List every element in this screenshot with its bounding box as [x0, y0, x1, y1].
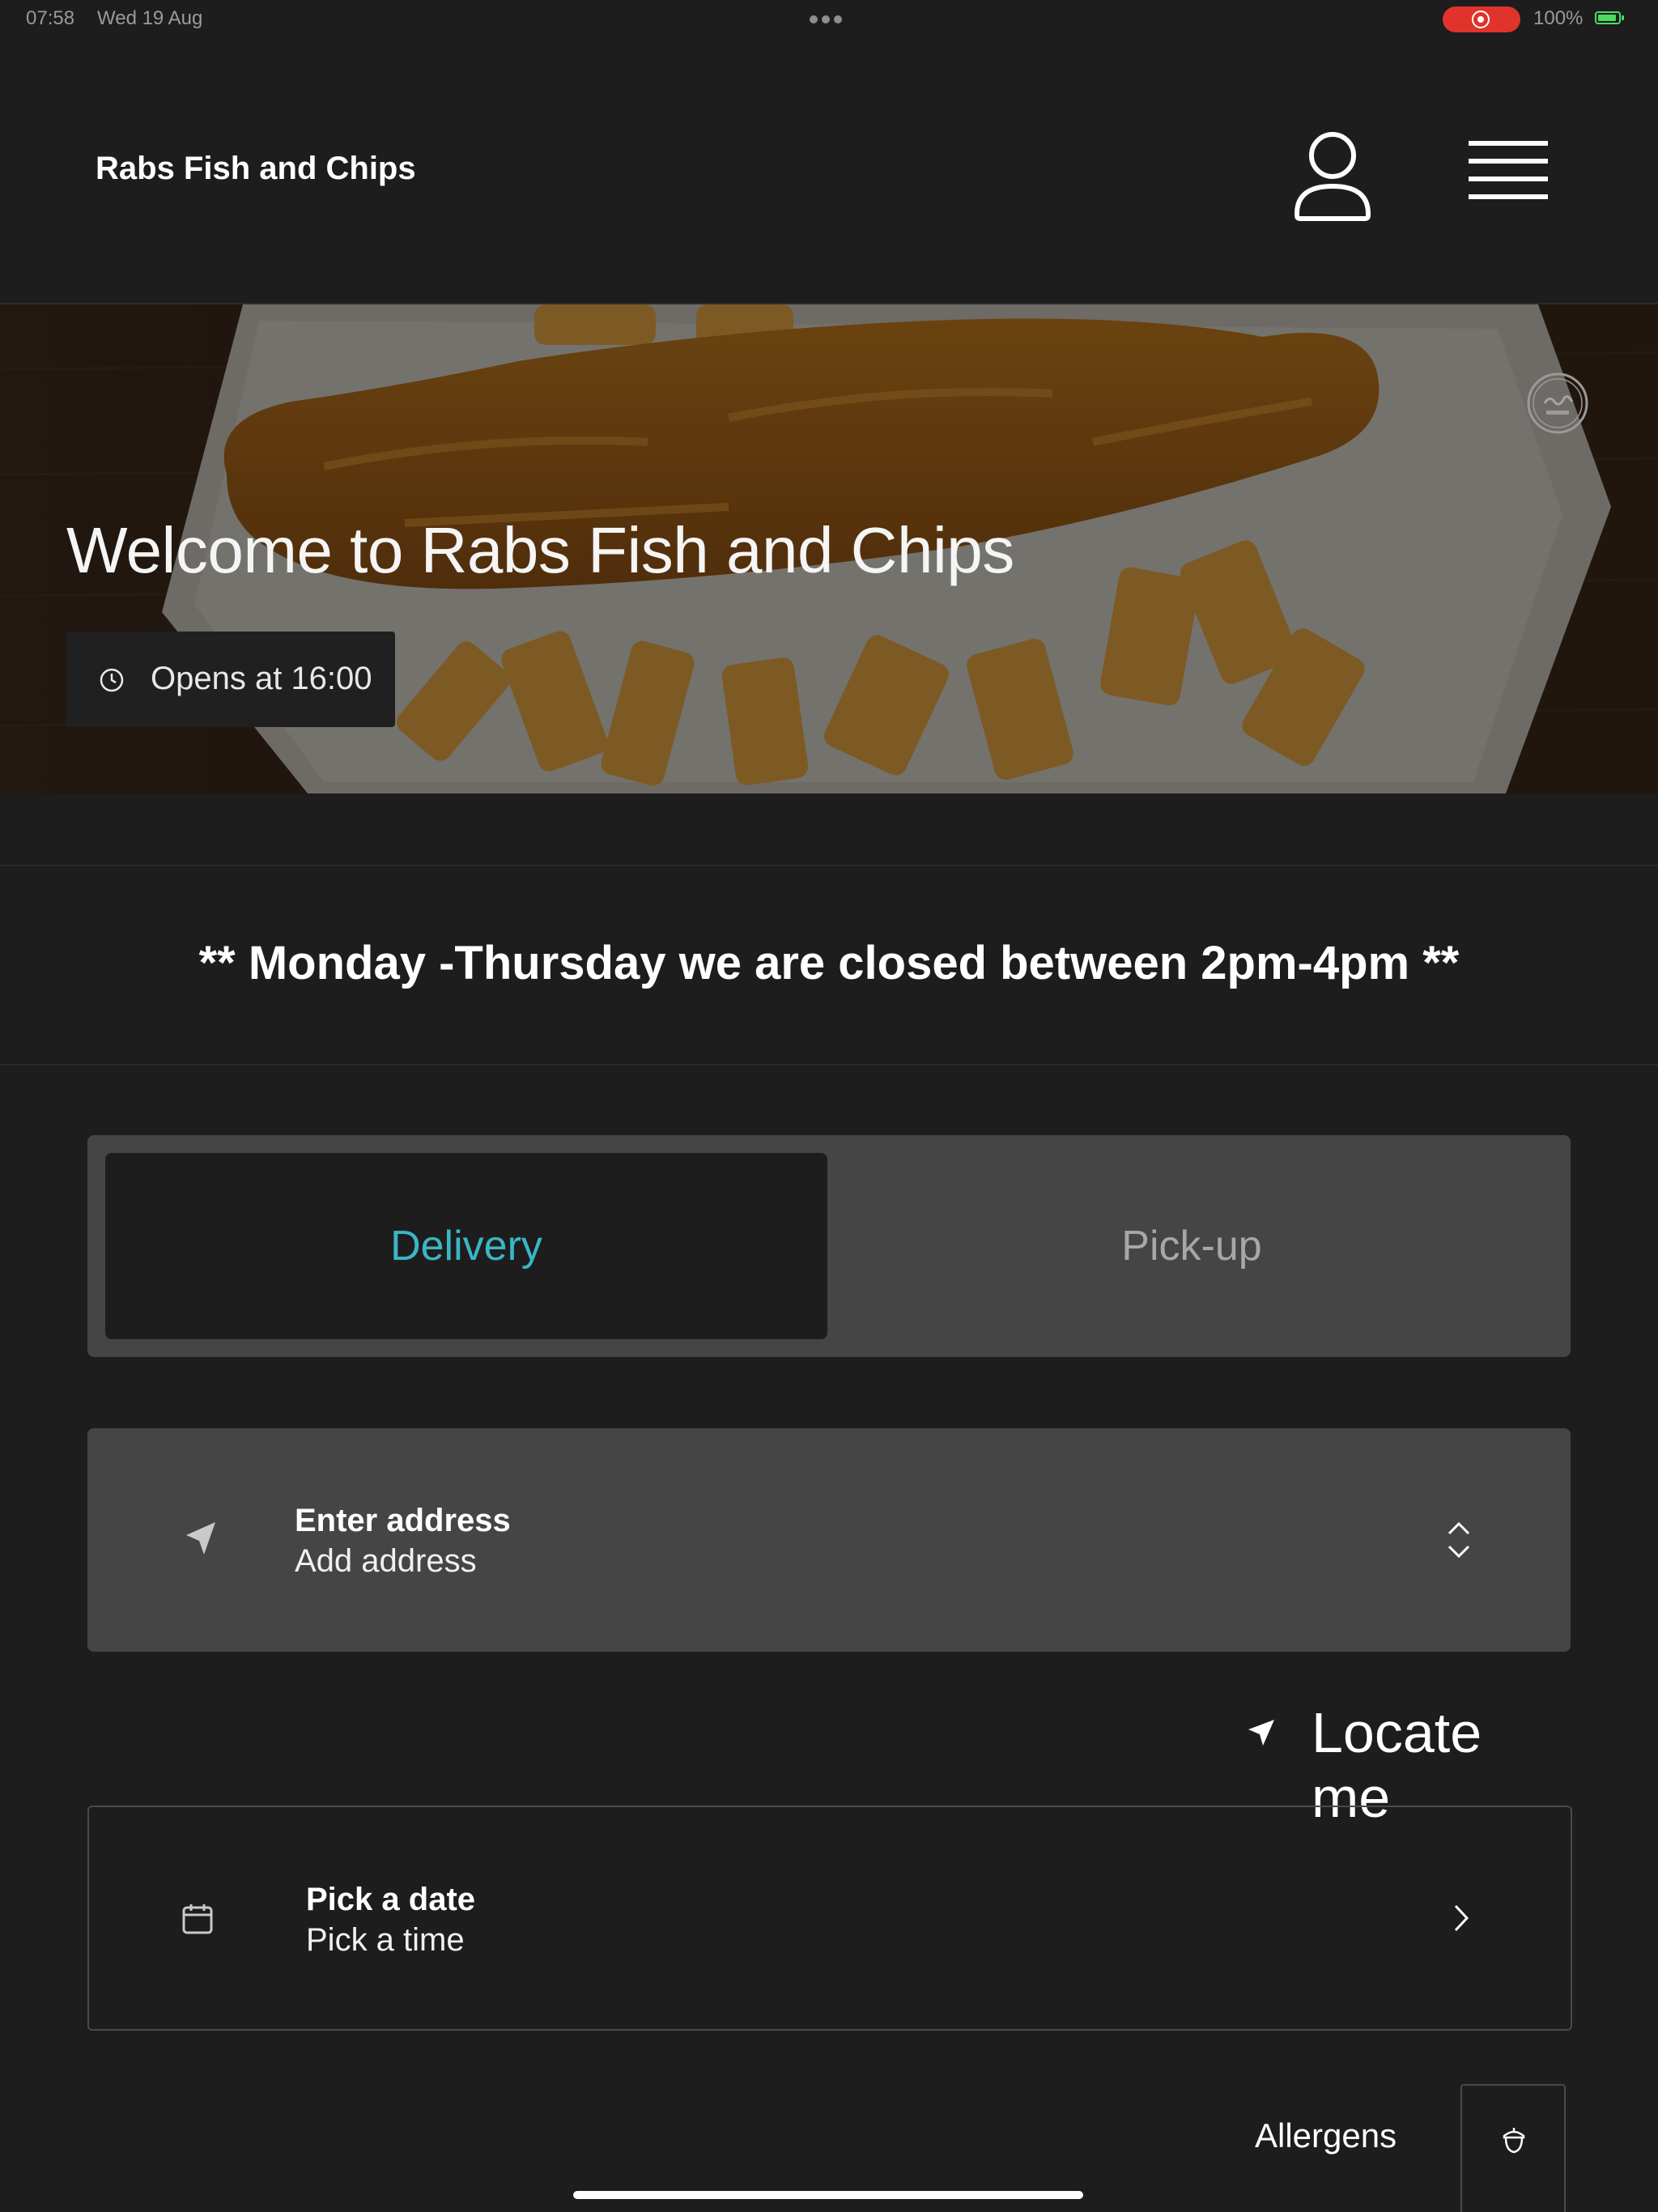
status-bar: 07:58 Wed 19 Aug 100%	[0, 0, 1658, 37]
calendar-icon	[182, 1904, 213, 1934]
battery-percentage: 100%	[1533, 7, 1584, 29]
date-time-picker[interactable]: Pick a date Pick a time	[87, 1806, 1572, 2031]
profile-button[interactable]	[1292, 126, 1373, 223]
app-screen: 07:58 Wed 19 Aug 100% Rabs Fish and Chip…	[0, 0, 1658, 2212]
user-icon	[1295, 132, 1371, 221]
hamburger-menu-icon	[1469, 141, 1548, 199]
closure-notice: ** Monday -Thursday we are closed betwee…	[0, 865, 1658, 1066]
welcome-title: Welcome to Rabs Fish and Chips	[66, 514, 1014, 586]
status-date: Wed 19 Aug	[97, 7, 203, 29]
allergen-acorn-icon	[1503, 2128, 1525, 2154]
order-mode-toggle: Delivery Pick-up	[87, 1135, 1571, 1357]
clock-icon	[100, 668, 124, 692]
allergens-button[interactable]	[1460, 2084, 1566, 2212]
restaurant-name[interactable]: Rabs Fish and Chips	[96, 151, 416, 187]
battery-icon	[1595, 11, 1624, 24]
location-arrow-icon	[1248, 1720, 1274, 1746]
menu-button[interactable]	[1464, 134, 1553, 207]
hero-banner: Welcome to Rabs Fish and Chips Opens at …	[0, 304, 1658, 793]
tab-delivery[interactable]: Delivery	[105, 1153, 827, 1339]
screen-recording-icon[interactable]	[1443, 6, 1520, 32]
chevron-right-icon	[1454, 1904, 1469, 1932]
address-label: Enter address	[295, 1503, 511, 1538]
opening-hours-badge: Opens at 16:00	[66, 632, 395, 727]
status-time: 07:58	[26, 7, 75, 29]
address-selector[interactable]: Enter address Add address	[87, 1428, 1571, 1652]
address-value: Add address	[295, 1543, 477, 1579]
tab-pick-up[interactable]: Pick-up	[831, 1153, 1553, 1339]
time-label: Pick a time	[306, 1922, 465, 1958]
multitasking-dots-icon[interactable]	[810, 13, 848, 24]
chevron-up-down-icon	[1448, 1521, 1470, 1559]
date-label: Pick a date	[306, 1882, 476, 1917]
locate-me-button[interactable]: Locate me	[1239, 1694, 1572, 1829]
app-header: Rabs Fish and Chips	[0, 37, 1658, 304]
location-arrow-icon	[186, 1522, 215, 1555]
closure-notice-text: ** Monday -Thursday we are closed betwee…	[198, 937, 1460, 989]
halal-badge-icon	[1527, 372, 1588, 434]
home-indicator[interactable]	[573, 2191, 1083, 2199]
opening-time: Opens at 16:00	[151, 661, 372, 696]
allergens-label[interactable]: Allergens	[1255, 2116, 1397, 2155]
